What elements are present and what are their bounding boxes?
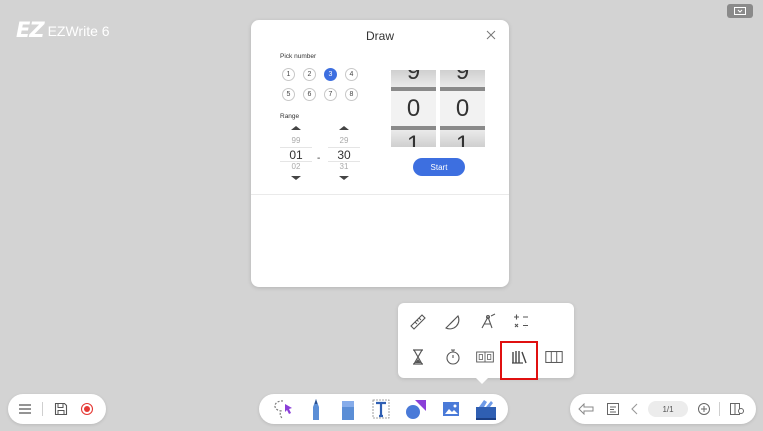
page-settings-icon[interactable]: [727, 400, 747, 418]
page-list-icon[interactable]: [604, 400, 622, 418]
drum-above: 9: [406, 70, 421, 85]
panel-icon[interactable]: [544, 347, 564, 367]
number-drum-2: 9 0 1: [440, 70, 485, 147]
drum-band: [440, 126, 485, 130]
lasso-select-icon[interactable]: [272, 396, 296, 422]
drum-below: 1: [455, 131, 470, 148]
drum-band: [391, 126, 436, 130]
range-from-above: 99: [291, 136, 301, 145]
drum-band: [391, 87, 436, 91]
separator: [719, 402, 720, 416]
range-from-value: 01: [289, 148, 303, 162]
range-to-below: 31: [339, 162, 349, 171]
down-arrow-icon[interactable]: [291, 176, 301, 180]
down-arrow-icon[interactable]: [339, 176, 349, 180]
drum-value: 0: [406, 95, 421, 122]
highlight-box: [500, 341, 538, 380]
add-page-icon[interactable]: [695, 400, 713, 418]
up-arrow-icon[interactable]: [339, 126, 349, 130]
pick-number-4[interactable]: 4: [345, 68, 358, 81]
dialog-divider: [251, 194, 509, 195]
range-to-above: 29: [339, 136, 349, 145]
record-icon[interactable]: [78, 400, 96, 418]
image-icon[interactable]: [440, 396, 462, 422]
shapes-icon[interactable]: [404, 396, 428, 422]
range-label: Range: [280, 113, 300, 120]
separator: [42, 402, 43, 416]
screen-icon: [734, 6, 746, 15]
close-icon[interactable]: [485, 29, 497, 41]
range-to-spinner[interactable]: 29 30 31: [328, 126, 360, 184]
pick-number-3[interactable]: 3: [324, 68, 337, 81]
logo-mark: EZ: [16, 18, 45, 42]
pick-number-1[interactable]: 1: [282, 68, 295, 81]
pick-number-label: Pick number: [280, 53, 317, 60]
ruler-icon[interactable]: [408, 312, 428, 332]
compass-icon[interactable]: [478, 312, 498, 332]
drum-above: 9: [455, 70, 470, 85]
calculator-icon[interactable]: [511, 312, 531, 332]
protractor-icon[interactable]: [443, 312, 463, 332]
start-button[interactable]: Start: [413, 158, 465, 176]
drum-value: 0: [455, 95, 470, 122]
prev-page-icon[interactable]: [628, 400, 642, 418]
menu-icon[interactable]: [16, 400, 34, 418]
pick-number-2[interactable]: 2: [303, 68, 316, 81]
dialog-title: Draw: [365, 29, 394, 43]
pick-number-8[interactable]: 8: [345, 88, 358, 101]
app-logo: EZ EZWrite 6: [16, 20, 110, 41]
save-icon[interactable]: [52, 400, 70, 418]
up-arrow-icon[interactable]: [291, 126, 301, 130]
drum-below: 1: [406, 131, 421, 148]
pick-number-6[interactable]: 6: [303, 88, 316, 101]
pen-icon[interactable]: [306, 396, 326, 422]
range-from-below: 02: [291, 162, 301, 171]
pick-number-7[interactable]: 7: [324, 88, 337, 101]
stopwatch-icon[interactable]: [443, 347, 463, 367]
eraser-icon[interactable]: [338, 396, 358, 422]
number-drum-1: 9 0 1: [391, 70, 436, 147]
text-icon[interactable]: [370, 396, 392, 422]
drum-band: [440, 87, 485, 91]
undo-icon[interactable]: [577, 400, 595, 418]
scoreboard-icon[interactable]: [475, 347, 495, 367]
range-to-value: 30: [337, 148, 351, 162]
toolbox-icon[interactable]: [473, 396, 499, 422]
app-name: EZWrite 6: [47, 22, 110, 39]
page-indicator: 1/1: [648, 401, 688, 417]
range-from-spinner[interactable]: 99 01 02: [280, 126, 312, 184]
screen-mode-button[interactable]: [727, 4, 753, 18]
hourglass-icon[interactable]: [408, 347, 428, 367]
pick-number-5[interactable]: 5: [282, 88, 295, 101]
range-separator: -: [317, 153, 321, 164]
